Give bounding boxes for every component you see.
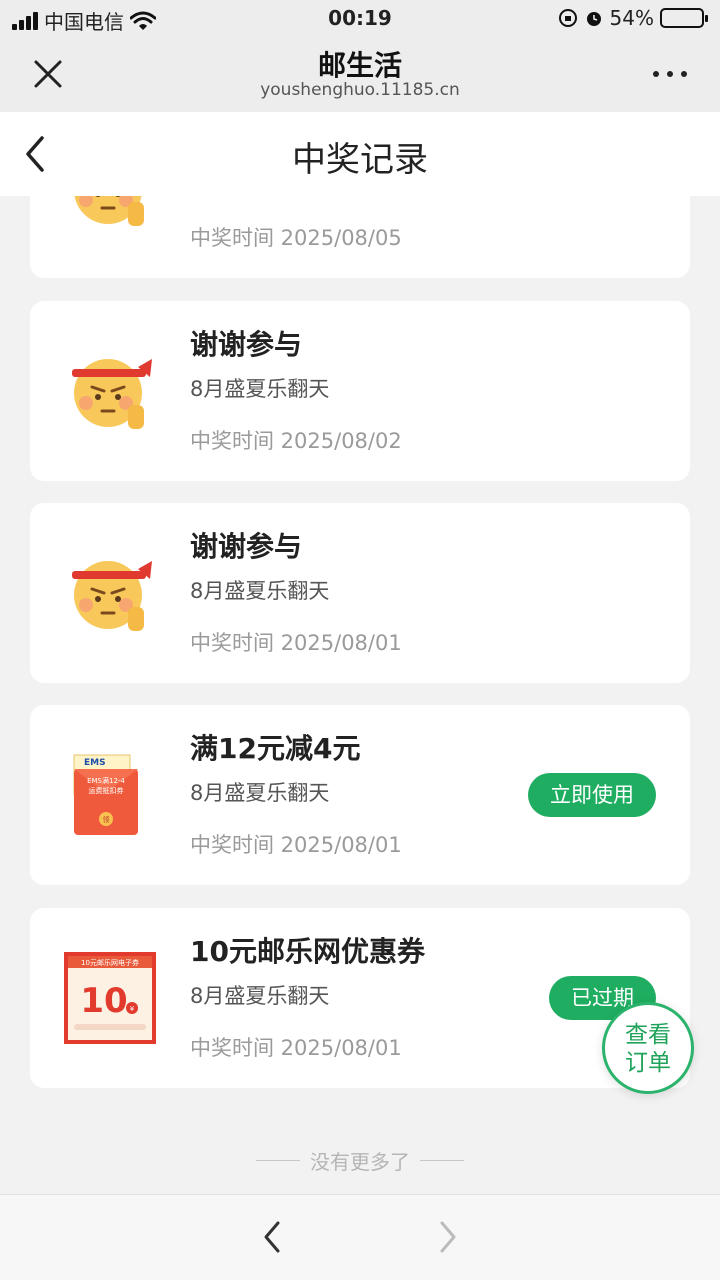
page-header: 中奖记录 — [0, 112, 720, 196]
prize-record-card: 10元邮乐网电子券 10 ¥ 10元邮乐网优惠券 8月盛夏乐翻天 中奖时间 20… — [30, 908, 690, 1088]
activity-name: 8月盛夏乐翻天 — [190, 984, 330, 1008]
ems-coupon-line2: 运费抵扣券 — [89, 786, 124, 795]
prize-time: 中奖时间 2025/08/02 — [190, 429, 402, 453]
more-options-icon[interactable] — [650, 62, 690, 86]
activity-name: 8月盛夏乐翻天 — [190, 377, 330, 401]
nav-back-icon[interactable] — [256, 1217, 288, 1257]
ule-coupon-icon: 10元邮乐网电子券 10 ¥ — [64, 952, 156, 1044]
emoji-face-icon — [74, 196, 144, 226]
nav-forward-icon[interactable] — [432, 1217, 464, 1257]
emoji-face-icon — [72, 561, 152, 631]
divider — [420, 1160, 464, 1161]
ule-coupon-unit: ¥ — [130, 1005, 135, 1013]
no-more-footer: 没有更多了 — [0, 1146, 720, 1175]
no-more-text: 没有更多了 — [310, 1150, 410, 1174]
ems-coupon-seal: 领 — [103, 815, 110, 824]
prize-name: 满12元减4元 — [190, 732, 361, 765]
view-order-line1: 查看 — [625, 1022, 671, 1048]
ems-coupon-envelope-icon: EMS EMS满12-4 运费抵扣券 领 — [73, 754, 138, 835]
view-order-line2: 订单 — [625, 1050, 671, 1076]
prize-time: 中奖时间 2025/08/01 — [190, 1036, 402, 1060]
prize-record-card: 谢谢参与 8月盛夏乐翻天 中奖时间 2025/08/01 — [30, 503, 690, 683]
prize-time: 中奖时间 2025/08/05 — [190, 226, 402, 250]
battery-icon — [660, 8, 708, 28]
page-title: 中奖记录 — [292, 140, 428, 180]
emoji-face-icon — [72, 359, 152, 429]
browser-toolbar: 邮生活 youshenghuo.11185.cn — [0, 36, 720, 112]
alarm-icon — [586, 12, 601, 26]
ems-coupon-line1: EMS满12-4 — [87, 776, 125, 785]
activity-name: 8月盛夏乐翻天 — [190, 579, 330, 603]
browser-url: youshenghuo.11185.cn — [260, 80, 460, 100]
prize-record-card: 中奖时间 2025/08/05 — [30, 196, 690, 278]
prize-time: 中奖时间 2025/08/01 — [190, 631, 402, 655]
prize-name: 10元邮乐网优惠券 — [190, 935, 425, 968]
prize-time: 中奖时间 2025/08/01 — [190, 833, 402, 857]
activity-name: 8月盛夏乐翻天 — [190, 781, 330, 805]
status-right: 54% — [558, 6, 708, 30]
use-now-button[interactable]: 立即使用 — [528, 773, 656, 817]
prize-name: 谢谢参与 — [190, 530, 303, 563]
prize-record-card: EMS EMS满12-4 运费抵扣券 领 满12元减4元 8月盛夏乐翻天 中奖时… — [30, 705, 690, 885]
divider — [256, 1160, 300, 1161]
prize-name: 谢谢参与 — [190, 328, 303, 361]
status-bar: 中国电信 00:19 54% — [0, 0, 720, 36]
prize-record-card: 谢谢参与 8月盛夏乐翻天 中奖时间 2025/08/02 — [30, 301, 690, 481]
ule-coupon-amount: 10 — [80, 981, 127, 1021]
ule-coupon-header: 10元邮乐网电子券 — [81, 958, 139, 967]
battery-percent: 54% — [609, 6, 654, 30]
view-order-button[interactable]: 查看 订单 — [602, 1002, 694, 1094]
rotation-lock-icon — [558, 9, 577, 27]
browser-title: 邮生活 — [317, 49, 402, 82]
ems-brand: EMS — [84, 758, 106, 768]
browser-bottom-bar — [0, 1194, 720, 1280]
